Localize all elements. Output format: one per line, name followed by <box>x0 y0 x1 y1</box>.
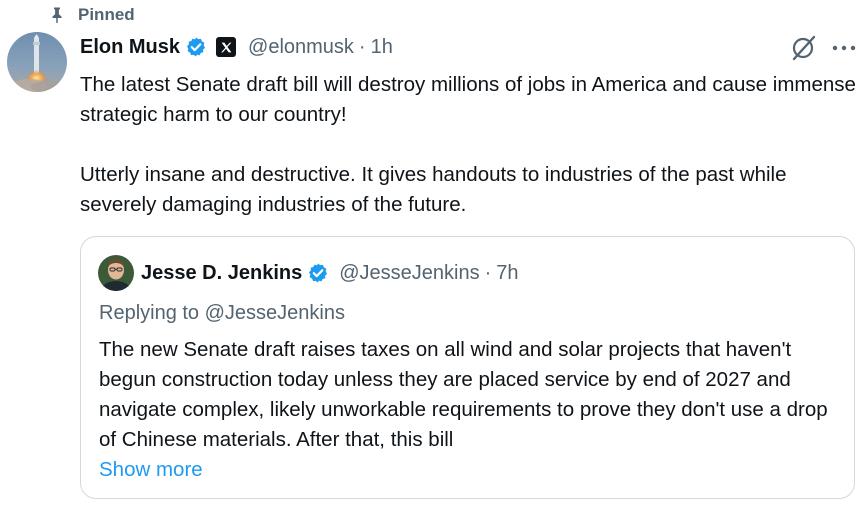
author-handle[interactable]: @elonmusk <box>248 36 354 59</box>
quoted-post-card[interactable]: Jesse D. Jenkins @JesseJenkins · 7h Repl… <box>80 236 855 499</box>
verified-badge-icon[interactable] <box>307 262 329 284</box>
quoted-post-header: Jesse D. Jenkins @JesseJenkins · 7h <box>141 259 519 287</box>
quoted-post-text: The new Senate draft raises taxes on all… <box>99 338 828 451</box>
separator-dot: · <box>358 35 366 58</box>
quoted-avatar[interactable] <box>98 255 134 291</box>
post-paragraph: The latest Senate draft bill will destro… <box>80 73 856 126</box>
post-header: Elon Musk @elonmusk · 1h <box>80 33 393 61</box>
more-horizontal-icon[interactable] <box>831 36 857 60</box>
post-time[interactable]: 1h <box>371 36 393 59</box>
show-more-link[interactable]: Show more <box>99 455 203 485</box>
grok-icon[interactable] <box>790 34 818 62</box>
quoted-post-time[interactable]: 7h <box>496 262 518 285</box>
avatar[interactable] <box>7 32 67 92</box>
separator-dot: · <box>484 261 492 284</box>
pin-icon <box>52 7 62 24</box>
post-text: The latest Senate draft bill will destro… <box>80 70 860 220</box>
verified-badge-icon[interactable] <box>185 36 207 58</box>
pinned-indicator: Pinned <box>48 4 135 26</box>
quoted-author-name[interactable]: Jesse D. Jenkins <box>141 262 302 285</box>
post-paragraph: Utterly insane and destructive. It gives… <box>80 163 787 216</box>
pinned-label: Pinned <box>78 5 135 24</box>
quoted-author-handle[interactable]: @JesseJenkins <box>339 262 479 285</box>
avatar-image <box>7 32 67 92</box>
quoted-avatar-image <box>98 255 134 291</box>
x-logo-icon[interactable] <box>216 37 237 57</box>
replying-to-label: Replying to @JesseJenkins <box>99 302 345 324</box>
author-name[interactable]: Elon Musk <box>80 36 180 59</box>
